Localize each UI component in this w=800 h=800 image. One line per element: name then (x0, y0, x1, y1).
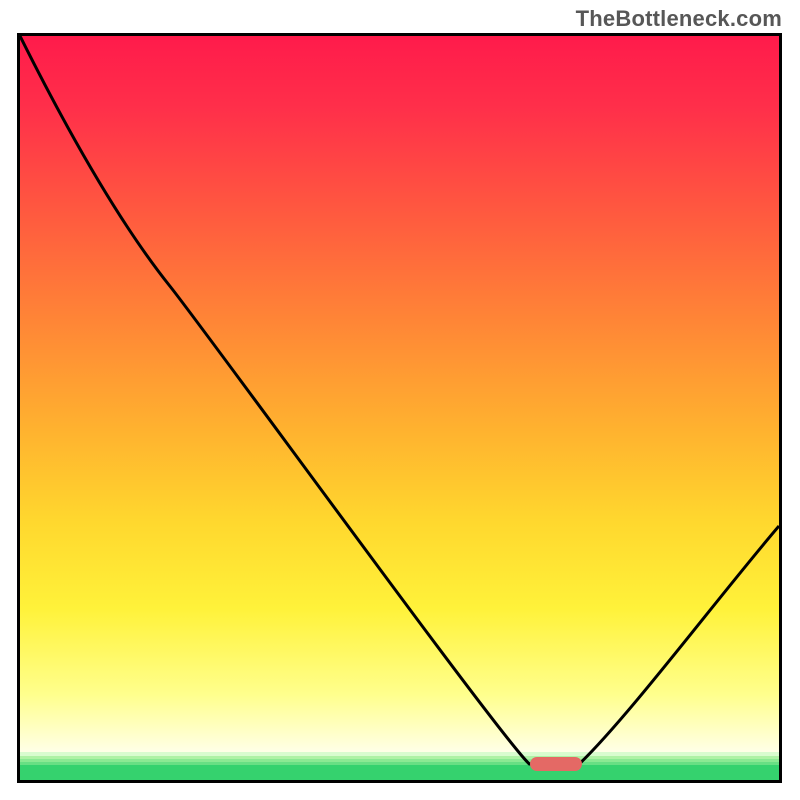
chart-container: TheBottleneck.com (0, 0, 800, 800)
optimum-marker (530, 757, 582, 771)
bottleneck-curve (20, 36, 779, 780)
chart-frame (17, 33, 782, 783)
watermark: TheBottleneck.com (576, 6, 782, 32)
